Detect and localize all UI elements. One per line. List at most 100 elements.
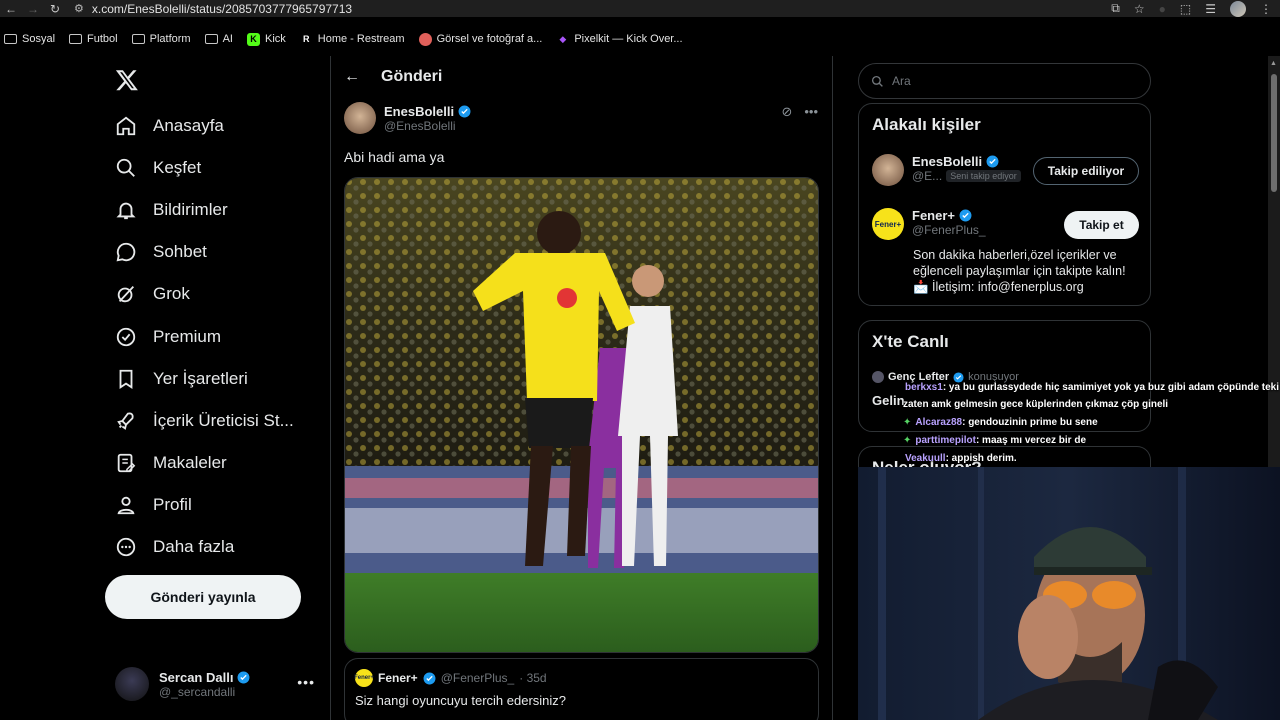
bookmark-pixelkit[interactable]: ◆ Pixelkit — Kick Over... [552, 33, 692, 46]
premium-icon [116, 327, 136, 347]
forward-icon[interactable]: → [22, 0, 44, 17]
quote-author-handle: @FenerPlus_ [440, 671, 515, 685]
avatar [872, 371, 884, 383]
sidebar-item-chat[interactable]: Sohbet [115, 237, 207, 267]
bookmark-futbol[interactable]: Futbol [65, 33, 128, 45]
pixelkit-icon: ◆ [559, 33, 567, 44]
sidebar-item-bookmarks[interactable]: Yer İşaretleri [115, 364, 248, 394]
grok-icon [117, 286, 135, 303]
live-card: X'te Canlı Genç Lefter konuşuyor Gelin [858, 320, 1151, 432]
tweet-image[interactable] [344, 177, 819, 653]
sidebar-item-premium[interactable]: Premium [115, 322, 221, 352]
bookmark-kick[interactable]: K Kick [243, 32, 296, 46]
search-placeholder: Ara [892, 74, 911, 88]
left-sidebar: Anasayfa Keşfet Bildirimler Sohbet Grok … [0, 56, 330, 720]
person-icon [117, 496, 135, 515]
verified-badge-icon [986, 155, 999, 168]
bell-icon [116, 202, 136, 220]
address-bar[interactable]: ⚙ x.com/EnesBolelli/status/2085703777965… [74, 0, 352, 17]
avatar[interactable] [872, 154, 904, 186]
extension-icon[interactable]: ● [1159, 2, 1166, 16]
sidebar-item-more[interactable]: Daha fazla [115, 532, 234, 562]
media-icon[interactable]: ☰ [1205, 2, 1216, 16]
bookmark-restream[interactable]: R Home - Restream [296, 33, 415, 46]
browser-profile-avatar[interactable] [1230, 0, 1246, 17]
chat-icon [116, 242, 136, 262]
sidebar-item-creator-studio[interactable]: İçerik Üreticisi St... [115, 406, 294, 436]
sidebar-item-articles[interactable]: Makaleler [115, 448, 227, 478]
chat-message: Veakuull: appish derim. [905, 453, 1017, 464]
bookmark-ai[interactable]: AI [201, 33, 243, 45]
card-title: X'te Canlı [872, 332, 949, 351]
home-icon [116, 116, 136, 136]
person-row[interactable]: Fener+ Fener+ @FenerPlus_ [872, 208, 986, 240]
reload-icon[interactable]: ↻ [44, 0, 66, 17]
chat-message: berkxs1: ya bu gurlassydede hiç samimiye… [905, 382, 1280, 393]
restream-icon: R [303, 34, 310, 44]
avatar: Fener+ [354, 669, 374, 687]
grok-icon[interactable]: ⊘ [781, 104, 792, 120]
verified-badge-icon [423, 672, 436, 684]
person-handle: @E... [912, 169, 943, 183]
browser-menu-icon[interactable]: ⋮ [1260, 2, 1272, 16]
account-handle: @_sercandalli [159, 684, 236, 699]
sidebar-item-home[interactable]: Anasayfa [115, 111, 224, 141]
post-button[interactable]: Gönderi yayınla [105, 575, 301, 619]
avatar[interactable] [344, 102, 376, 134]
sidebar-item-grok[interactable]: Grok [115, 279, 190, 309]
live-title: Gelin [872, 393, 905, 408]
url-text: x.com/EnesBolelli/status/208570377796579… [91, 1, 353, 16]
quote-tweet[interactable]: Fener+ Fener+ @FenerPlus_ · 35d Siz hang… [344, 658, 819, 720]
verified-badge-icon [458, 105, 471, 117]
verified-badge-icon [959, 209, 972, 222]
back-icon[interactable]: ← [0, 0, 22, 17]
related-people-card: Alakalı kişiler EnesBolelli @E... Seni ta… [858, 103, 1151, 306]
page-header: ← Gönderi [331, 56, 832, 98]
folder-icon [69, 34, 83, 44]
avatar[interactable]: Fener+ [872, 208, 904, 240]
x-logo-icon[interactable] [115, 68, 139, 92]
verified-badge-icon [953, 371, 964, 383]
folder-icon [204, 34, 218, 44]
author-name[interactable]: EnesBolelli [384, 104, 454, 119]
folder-icon [131, 34, 145, 44]
following-button[interactable]: Takip ediliyor [1033, 157, 1139, 185]
bookmark-icon [119, 369, 133, 389]
follow-button[interactable]: Takip et [1064, 211, 1139, 239]
sidebar-item-profile[interactable]: Profil [115, 490, 192, 520]
sidebar-item-explore[interactable]: Keşfet [115, 153, 201, 183]
more-dots-icon[interactable]: ••• [297, 674, 315, 690]
install-app-icon[interactable]: ⧉ [1111, 1, 1120, 16]
quote-age: · 35d [519, 671, 547, 685]
follows-you-badge: Seni takip ediyor [946, 170, 1021, 182]
person-bio: Son dakika haberleri,özel içerikler ve e… [913, 248, 1126, 294]
person-name: EnesBolelli [912, 154, 983, 169]
puzzle-icon[interactable]: ⬚ [1180, 2, 1191, 16]
account-name: Sercan Dallı [159, 669, 234, 685]
tweet-author[interactable]: EnesBolelli @EnesBolelli [344, 102, 471, 134]
star-icon[interactable]: ☆ [1134, 2, 1145, 16]
sidebar-item-notifications[interactable]: Bildirimler [115, 195, 228, 225]
bookmark-photo-site[interactable]: Görsel ve fotoğraf a... [415, 32, 553, 46]
scroll-up-icon[interactable]: ▲ [1270, 60, 1277, 67]
chat-message: ✦ parttimepilot: maaş mı vercez bir de [903, 435, 1087, 446]
search-icon [116, 158, 135, 177]
search-icon [871, 75, 883, 87]
search-input[interactable]: Ara [858, 63, 1151, 99]
scrollbar-thumb[interactable] [1271, 74, 1277, 192]
chat-message: zaten amk gelmesin gece küplerinden çıkm… [903, 399, 1169, 410]
back-arrow-icon[interactable]: ← [331, 68, 373, 86]
more-dots-icon[interactable]: ••• [804, 104, 818, 120]
person-row[interactable]: EnesBolelli @E... Seni takip ediyor [872, 154, 1021, 186]
streamer-webcam [858, 467, 1280, 720]
main-column: ← Gönderi EnesBolelli @EnesBolelli ⊘ •••… [331, 56, 832, 720]
person-handle: @FenerPlus_ [912, 223, 986, 237]
bookmark-platform[interactable]: Platform [128, 33, 201, 45]
author-handle[interactable]: @EnesBolelli [384, 119, 471, 133]
bookmark-sosyal[interactable]: Sosyal [0, 33, 65, 45]
person-name: Fener+ [912, 208, 955, 223]
more-circle-icon [116, 537, 136, 557]
account-switcher[interactable]: Sercan Dallı @_sercandalli ••• [115, 664, 315, 704]
article-icon [117, 453, 136, 473]
site-settings-icon[interactable]: ⚙ [74, 2, 84, 15]
